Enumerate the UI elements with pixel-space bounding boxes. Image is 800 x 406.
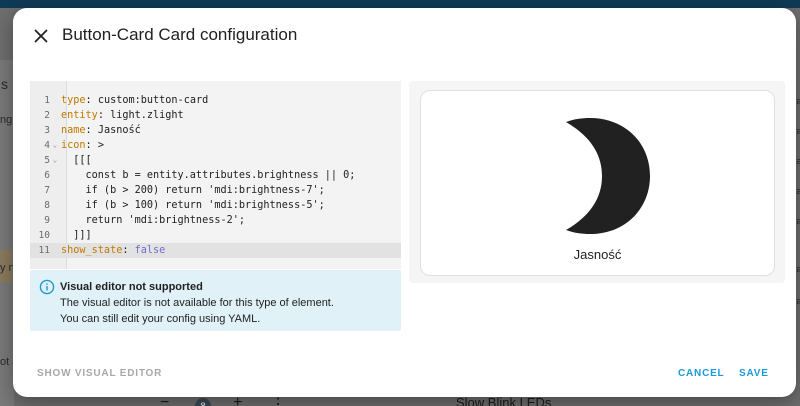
code-line[interactable]: 7 if (b > 200) return 'mdi:brightness-7'…: [30, 183, 401, 198]
save-button[interactable]: SAVE: [739, 368, 769, 379]
code-text: ]]]: [61, 228, 92, 243]
yaml-key: type: [61, 95, 86, 106]
visual-editor-notice: Visual editor not supported The visual e…: [30, 270, 401, 331]
yaml-code-editor[interactable]: 1 type: custom:button-card 2 entity: light.…: [30, 81, 401, 269]
code-text: name: Jasność: [61, 123, 141, 138]
yaml-value: false: [134, 245, 166, 256]
yaml-key: show_state: [61, 245, 123, 256]
yaml-separator: :: [85, 125, 98, 136]
code-line[interactable]: 11 show_state: false: [30, 243, 401, 258]
yaml-separator: :: [122, 245, 135, 256]
code-line[interactable]: 6 const b = entity.attributes.brightness…: [30, 168, 401, 183]
line-number: 8: [44, 200, 50, 211]
card-preview-area: Jasność: [409, 81, 785, 283]
show-visual-editor-button[interactable]: SHOW VISUAL EDITOR: [37, 368, 162, 379]
background-fragment: s: [1, 76, 8, 92]
line-number: 9: [44, 215, 50, 226]
button-card-preview[interactable]: Jasność: [420, 90, 775, 276]
info-icon: [39, 279, 55, 295]
code-text: const b = entity.attributes.brightness |…: [61, 168, 356, 183]
line-number: 4: [44, 140, 50, 151]
yaml-separator: :: [85, 140, 98, 151]
line-number: 6: [44, 170, 50, 181]
fold-marker-icon[interactable]: ⌄: [50, 138, 60, 153]
line-number: 5: [44, 155, 50, 166]
notice-message: The visual editor is not available for t…: [60, 297, 334, 309]
code-text: [[[: [61, 153, 92, 168]
cancel-button[interactable]: CANCEL: [678, 368, 724, 379]
yaml-value: Jasność: [97, 125, 141, 136]
code-raw: [[[: [61, 155, 92, 166]
code-raw: if (b > 100) return 'mdi:brightness-5';: [61, 200, 325, 211]
code-raw: ]]]: [61, 230, 92, 241]
yaml-value: light.zlight: [110, 110, 184, 121]
card-name-label: Jasność: [573, 247, 622, 262]
stepper-value: 8: [195, 398, 211, 406]
notice-title: Visual editor not supported: [60, 281, 203, 293]
line-number: 2: [44, 110, 50, 121]
fold-marker-icon[interactable]: ⌄: [50, 153, 60, 168]
card-configuration-dialog: Button-Card Card configuration 1 type: cu…: [13, 8, 796, 397]
code-text: return 'mdi:brightness-2';: [61, 213, 245, 228]
code-text: show_state: false: [61, 243, 165, 258]
line-number: 3: [44, 125, 50, 136]
code-raw: if (b > 200) return 'mdi:brightness-7';: [61, 185, 325, 196]
close-icon: [34, 29, 48, 43]
line-number: 10: [38, 230, 50, 241]
code-raw: const b = entity.attributes.brightness |…: [61, 170, 356, 181]
code-text: icon: >: [61, 138, 104, 153]
code-raw: return 'mdi:brightness-2';: [61, 215, 246, 226]
brightness-2-icon: [566, 118, 650, 234]
yaml-value: >: [97, 140, 104, 151]
code-line[interactable]: 3 name: Jasność: [30, 123, 401, 138]
code-line[interactable]: 1 type: custom:button-card: [30, 93, 401, 108]
code-line[interactable]: 5 ⌄ [[[: [30, 153, 401, 168]
yaml-separator: :: [85, 95, 98, 106]
code-line[interactable]: 10 ]]]: [30, 228, 401, 243]
line-number: 7: [44, 185, 50, 196]
code-text: entity: light.zlight: [61, 108, 184, 123]
line-number: 1: [44, 95, 50, 106]
notice-message: You can still edit your config using YAM…: [60, 313, 261, 325]
yaml-key: icon: [61, 140, 86, 151]
dialog-title: Button-Card Card configuration: [62, 25, 298, 44]
close-button[interactable]: [29, 24, 53, 48]
code-line[interactable]: 4 ⌄ icon: >: [30, 138, 401, 153]
code-text: if (b > 100) return 'mdi:brightness-5';: [61, 198, 325, 213]
yaml-key: name: [61, 125, 86, 136]
line-number: 11: [38, 245, 50, 256]
code-text: if (b > 200) return 'mdi:brightness-7';: [61, 183, 325, 198]
code-line[interactable]: 2 entity: light.zlight: [30, 108, 401, 123]
yaml-key: entity: [61, 110, 98, 121]
code-line[interactable]: 9 return 'mdi:brightness-2';: [30, 213, 401, 228]
yaml-separator: :: [97, 110, 111, 121]
yaml-value: custom:button-card: [97, 95, 209, 106]
app-header-bar: [0, 0, 800, 8]
code-text: type: custom:button-card: [61, 93, 208, 108]
background-panel: [0, 60, 14, 406]
code-line[interactable]: 8 if (b > 100) return 'mdi:brightness-5'…: [30, 198, 401, 213]
